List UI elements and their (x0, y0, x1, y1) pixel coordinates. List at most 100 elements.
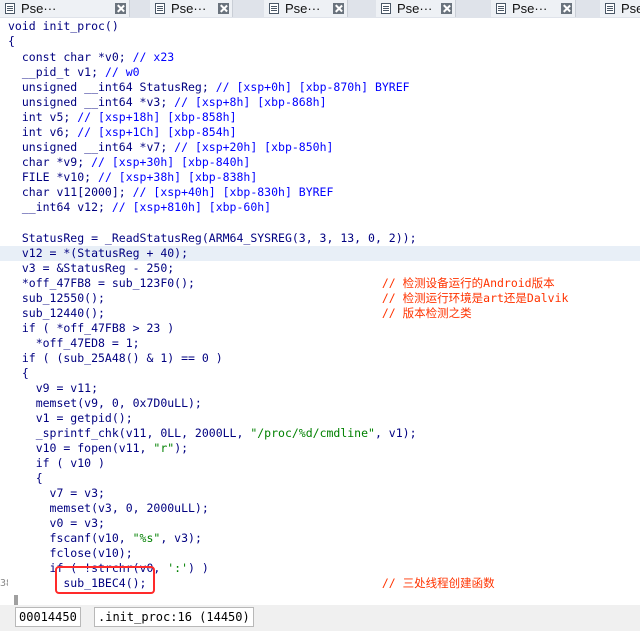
code-line[interactable]: { (0, 471, 640, 486)
code-line[interactable]: memset(v3, 0, 2000uLL); (0, 501, 640, 516)
code-text: int v5; (8, 110, 78, 124)
close-tab-icon[interactable] (441, 3, 452, 14)
code-line[interactable]: { (0, 34, 640, 49)
code-line[interactable]: if ( v10 ) (0, 456, 640, 471)
code-line[interactable]: __pid_t v1; // w0 (0, 65, 640, 80)
code-text: unsigned __int64 *v3; (8, 95, 175, 109)
annotation-comment: // 版本检测之类 (381, 306, 472, 320)
code-text: unsigned __int64 *v7; (8, 140, 175, 154)
code-comment: // [xsp+1Ch] [xbp-854h] (77, 125, 237, 139)
code-text: unsigned __int64 StatusReg; (8, 80, 216, 94)
code-line[interactable]: char *v9; // [xsp+30h] [xbp-840h] (0, 155, 640, 170)
code-text: fclose(v10); (8, 546, 133, 560)
code-line[interactable]: *off_47FB8 = sub_123F0(); // 检测设备运行的Andr… (0, 276, 640, 291)
code-text: if ( *off_47FB8 > 23 ) (8, 321, 175, 335)
code-text: memset(v9, 0, 0x7D0uLL); (8, 396, 202, 410)
code-line-current[interactable]: v12 = *(StatusReg + 40); (0, 246, 640, 261)
code-line[interactable]: __int64 v12; // [xsp+810h] [xbp-60h] (0, 200, 640, 215)
code-line[interactable]: *off_47ED8 = 1; (0, 336, 640, 351)
pseudocode-tab-icon (381, 3, 391, 14)
pseudocode-tab-icon (496, 3, 506, 14)
code-comment: // [xsp+30h] [xbp-840h] (91, 155, 251, 169)
code-comment: // w0 (104, 65, 140, 79)
code-line[interactable]: unsigned __int64 StatusReg; // [xsp+0h] … (0, 80, 640, 95)
code-line[interactable]: fclose(v10); (0, 546, 640, 561)
code-line[interactable]: memset(v9, 0, 0x7D0uLL); (0, 396, 640, 411)
code-line[interactable]: void init_proc() (0, 19, 640, 34)
annotation-comment: // 检测运行环境是art还是Dalvik (381, 291, 569, 305)
tab-pseudocode-4[interactable]: Pse··· (376, 0, 456, 17)
code-comment: // [xsp+38h] [xbp-838h] (98, 170, 258, 184)
code-line[interactable]: if ( *off_47FB8 > 23 ) (0, 321, 640, 336)
code-line[interactable]: v7 = v3; (0, 486, 640, 501)
code-text: StatusReg = _ReadStatusReg(ARM64_SYSREG(… (8, 231, 417, 245)
pseudocode-tab-icon (155, 3, 165, 14)
code-comment: // [xsp+810h] [xbp-60h] (111, 200, 272, 214)
close-tab-icon[interactable] (333, 3, 344, 14)
code-text: memset(v3, 0, 2000uLL); (8, 501, 209, 515)
code-line[interactable]: _sprintf_chk(v11, 0LL, 2000LL, "/proc/%d… (0, 426, 640, 441)
code-text: , v3); (160, 531, 202, 545)
code-line[interactable]: v3 = &StatusReg - 250; (0, 261, 640, 276)
code-text: *off_47ED8 = 1; (8, 336, 140, 350)
code-line[interactable]: if ( (sub_25A48() & 1) == 0 ) (0, 351, 640, 366)
code-line[interactable]: StatusReg = _ReadStatusReg(ARM64_SYSREG(… (0, 231, 640, 246)
code-text: const char *v0; (8, 50, 133, 64)
code-text: v10 = fopen(v11, (8, 441, 154, 455)
code-line[interactable]: FILE *v10; // [xsp+38h] [xbp-838h] (0, 170, 640, 185)
code-text: __pid_t v1; (8, 65, 105, 79)
tab-pseudocode-6[interactable]: Pse (600, 0, 640, 17)
code-comment: // [xsp+20h] [xbp-850h] (174, 140, 334, 154)
code-line[interactable]: { (0, 366, 640, 381)
code-text: *off_47FB8 = sub_123F0(); (8, 276, 382, 290)
close-tab-icon[interactable] (561, 3, 572, 14)
status-location: .init_proc:16 (14450) (94, 607, 254, 627)
tab-label: Pse··· (285, 1, 321, 16)
annotation-comment: // 三处线程创建函数 (381, 576, 495, 590)
code-line[interactable]: v1 = getpid(); (0, 411, 640, 426)
code-line[interactable]: fscanf(v10, "%s", v3); (0, 531, 640, 546)
code-line[interactable]: v10 = fopen(v11, "r"); (0, 441, 640, 456)
code-text: char *v9; (8, 155, 92, 169)
code-text: FILE *v10; (8, 170, 99, 184)
code-text: sub_12550(); (8, 291, 382, 305)
code-text: int v6; (8, 125, 78, 139)
tab-pseudocode-5[interactable]: Pse··· (491, 0, 576, 17)
code-line[interactable]: int v6; // [xsp+1Ch] [xbp-854h] (0, 125, 640, 140)
code-line[interactable]: int v5; // [xsp+18h] [xbp-858h] (0, 110, 640, 125)
code-string: "r" (153, 441, 175, 455)
code-line[interactable]: char v11[2000]; // [xsp+40h] [xbp-830h] … (0, 185, 640, 200)
code-line[interactable]: sub_12440(); // 版本检测之类 (0, 306, 640, 321)
code-line[interactable]: unsigned __int64 *v7; // [xsp+20h] [xbp-… (0, 140, 640, 155)
code-line[interactable]: v0 = v3; (0, 516, 640, 531)
code-text: char v11[2000]; (8, 185, 133, 199)
scroll-gutter-marker (14, 595, 18, 605)
tab-pseudocode-1[interactable]: Pse··· (0, 0, 130, 17)
tab-pseudocode-3[interactable]: Pse··· (264, 0, 348, 17)
code-text: { (8, 471, 43, 485)
pseudocode-tab-icon (269, 3, 279, 14)
tab-label: Pse (621, 1, 640, 16)
code-text: v7 = v3; (8, 486, 105, 500)
code-line[interactable]: unsigned __int64 *v3; // [xsp+8h] [xbp-8… (0, 95, 640, 110)
annotation-comment: // 检测设备运行的Android版本 (381, 276, 555, 290)
code-text: v1 = getpid(); (8, 411, 133, 425)
pseudocode-view[interactable]: void init_proc() { const char *v0; // x2… (0, 19, 640, 604)
close-tab-icon[interactable] (115, 3, 126, 14)
tab-label: Pse··· (397, 1, 433, 16)
code-text: ) ) (188, 561, 209, 575)
tab-pseudocode-2[interactable]: Pse··· (150, 0, 233, 17)
code-line[interactable]: v9 = v11; (0, 381, 640, 396)
pseudocode-tab-icon (5, 3, 15, 14)
code-line[interactable]: const char *v0; // x23 (0, 50, 640, 65)
code-line[interactable]: sub_12550(); // 检测运行环境是art还是Dalvik (0, 291, 640, 306)
code-text: v12 = *(StatusReg + 40); (8, 246, 189, 260)
code-comment: // x23 (132, 50, 175, 64)
code-text: _sprintf_chk(v11, 0LL, 2000LL, (8, 426, 251, 440)
close-tab-icon[interactable] (218, 3, 229, 14)
code-text: if ( (sub_25A48() & 1) == 0 ) (8, 351, 223, 365)
code-text: { (8, 366, 29, 380)
code-text: { (8, 34, 15, 48)
code-text: __int64 v12; (8, 200, 112, 214)
highlight-box (55, 566, 155, 594)
